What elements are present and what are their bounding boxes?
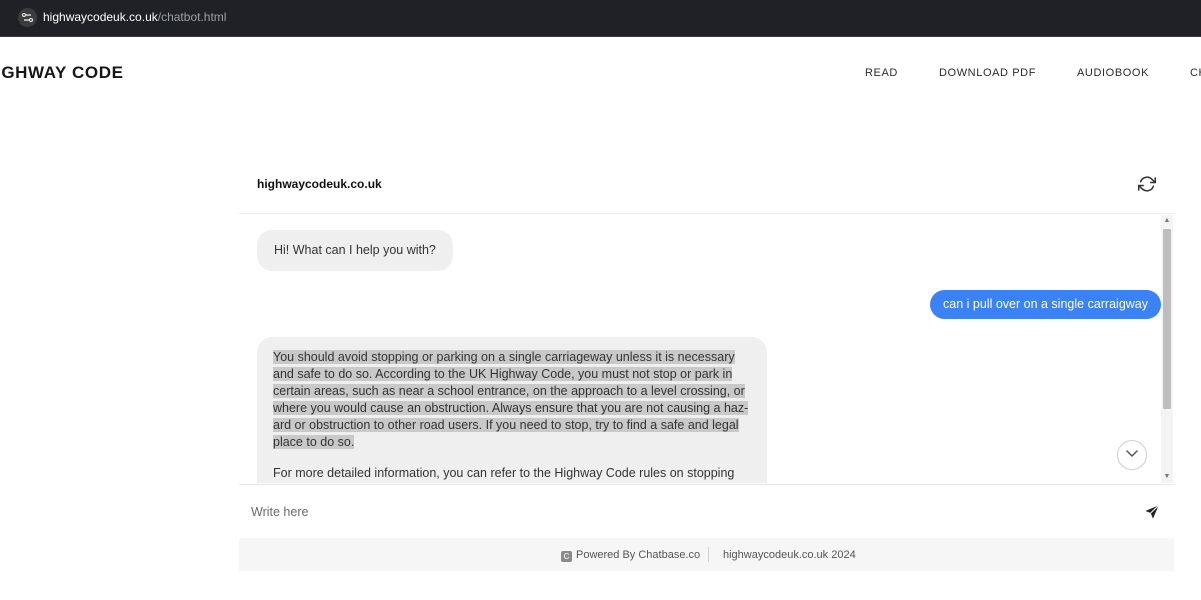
site-title[interactable]: IGHWAY CODE xyxy=(0,63,124,83)
powered-by-text: Powered By Chatbase.co xyxy=(576,549,701,561)
chat-title: highwaycodeuk.co.uk xyxy=(257,177,382,191)
scroll-to-bottom-button[interactable] xyxy=(1117,440,1147,470)
scrollbar[interactable]: ▲ ▼ xyxy=(1161,215,1173,483)
chat-footer: C Powered By Chatbase.co highwaycodeuk.co… xyxy=(239,538,1174,571)
scroll-down-arrow-icon[interactable]: ▼ xyxy=(1163,473,1171,481)
bot-message: Hi! What can I help you with? xyxy=(257,230,453,271)
user-message: can i pull over on a single carraigway xyxy=(930,290,1161,319)
answer-paragraph: For more detailed information, you can r… xyxy=(273,466,735,480)
site-info-icon[interactable] xyxy=(18,8,37,27)
message-composer xyxy=(239,484,1174,538)
chevron-down-icon xyxy=(1126,450,1138,457)
answer-paragraph-highlighted: You should avoid stopping or parking on … xyxy=(273,350,749,449)
message-input[interactable] xyxy=(249,501,1113,523)
scroll-up-arrow-icon[interactable]: ▲ xyxy=(1163,217,1171,225)
url-path: /chatbot.html xyxy=(157,10,227,24)
refresh-icon[interactable] xyxy=(1138,175,1156,193)
footer-divider xyxy=(708,547,709,562)
footer-copyright: highwaycodeuk.co.uk 2024 xyxy=(723,549,856,561)
url-field[interactable]: highwaycodeuk.co.uk/chatbot.html xyxy=(43,10,226,25)
browser-address-bar: highwaycodeuk.co.uk/chatbot.html xyxy=(0,0,1201,37)
scrollbar-thumb[interactable] xyxy=(1163,229,1171,409)
bot-message-answer: You should avoid stopping or parking on … xyxy=(257,337,767,483)
nav-chatbot[interactable]: CH xyxy=(1190,67,1201,79)
send-icon[interactable] xyxy=(1144,504,1160,520)
message-list[interactable]: Hi! What can I help you with? can i pull… xyxy=(239,215,1161,483)
nav-download-pdf[interactable]: DOWNLOAD PDF xyxy=(939,67,1036,79)
url-host: highwaycodeuk.co.uk xyxy=(43,10,158,24)
chat-widget: highwaycodeuk.co.uk Hi! What can I help … xyxy=(239,160,1174,571)
chat-header: highwaycodeuk.co.uk xyxy=(239,160,1174,214)
nav-audiobook[interactable]: AUDIOBOOK xyxy=(1077,67,1149,79)
nav-read[interactable]: READ xyxy=(865,67,898,79)
powered-by-link[interactable]: C Powered By Chatbase.co xyxy=(561,549,700,562)
chatbase-logo-icon: C xyxy=(561,551,572,562)
